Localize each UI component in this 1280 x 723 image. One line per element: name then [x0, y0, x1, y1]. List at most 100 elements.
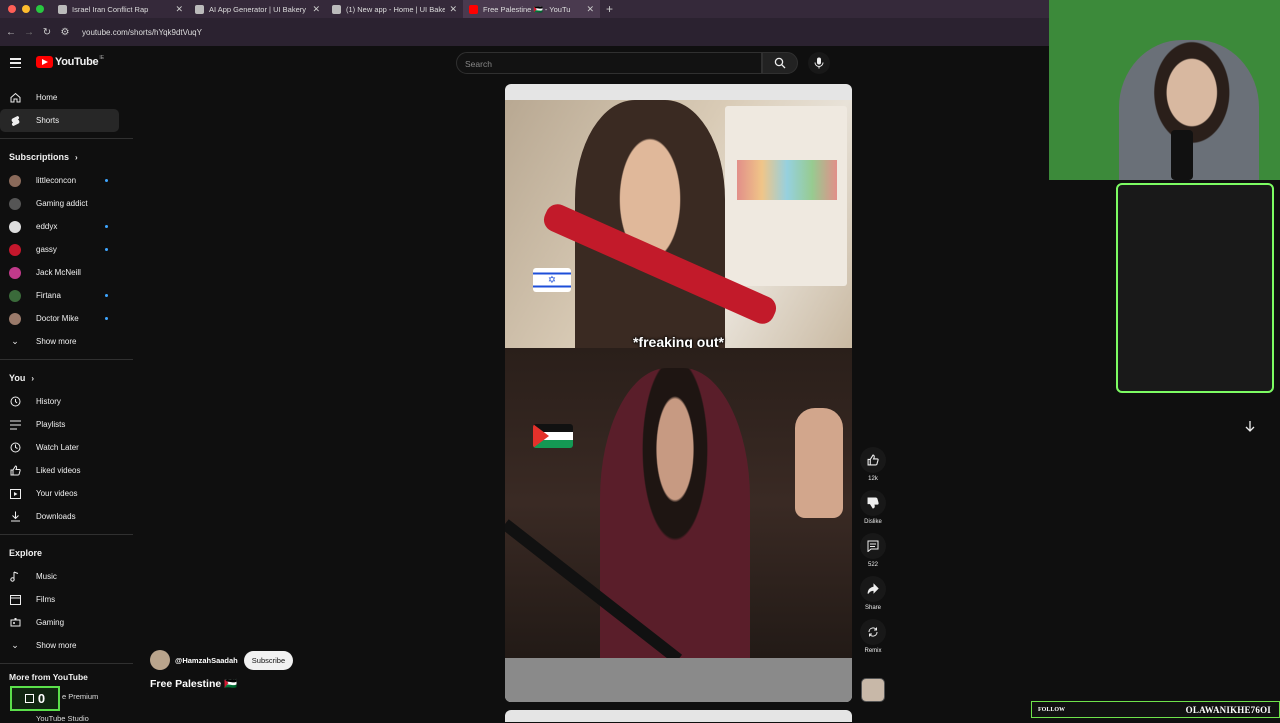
channel-handle[interactable]: @HamzahSaadah	[175, 656, 238, 665]
sidebar-item-subscription[interactable]: Jack McNeill	[0, 261, 135, 284]
section-title: Subscriptions	[9, 152, 70, 162]
browser-tab[interactable]: Israel Iran Conflict Rap ✕	[52, 0, 189, 18]
sidebar-item-subscription[interactable]: Firtana	[0, 284, 135, 307]
search-input[interactable]: Search	[456, 52, 762, 74]
explore-show-more-button[interactable]: ⌄ Show more	[0, 634, 135, 657]
dislike-label: Dislike	[864, 519, 882, 525]
history-icon	[9, 396, 21, 408]
sound-source-thumbnail[interactable]	[861, 678, 885, 702]
back-icon[interactable]: ←	[4, 27, 18, 38]
sidebar-item-label: Downloads	[36, 512, 76, 521]
thumbs-up-icon[interactable]	[860, 447, 886, 473]
divider	[0, 138, 133, 139]
video-frame-bottom	[505, 348, 852, 658]
close-window-button[interactable]	[8, 5, 16, 13]
music-icon	[9, 571, 21, 583]
youtube-logo[interactable]: YouTube IE	[36, 55, 104, 68]
dislike-action[interactable]: Dislike	[858, 490, 888, 525]
counter-value: 0	[37, 691, 46, 706]
explore-heading: Explore	[0, 541, 135, 565]
remix-action[interactable]: Remix	[858, 619, 888, 654]
logo-text: YouTube	[55, 56, 99, 68]
section-title: Explore	[9, 548, 43, 558]
film-icon	[9, 594, 21, 606]
avatar	[9, 312, 21, 325]
palestine-flag-icon	[533, 424, 573, 448]
sidebar-item-playlists[interactable]: Playlists	[0, 413, 135, 436]
microphone-icon	[814, 57, 824, 69]
comment-icon[interactable]	[860, 533, 886, 559]
thumbs-down-icon[interactable]	[860, 490, 886, 516]
sidebar-item-music[interactable]: Music	[0, 565, 135, 588]
remix-icon[interactable]	[860, 619, 886, 645]
new-content-dot	[105, 294, 108, 297]
browser-tab[interactable]: AI App Generator | UI Bakery ✕	[189, 0, 326, 18]
uibakery-icon	[332, 4, 341, 14]
uibakery-icon	[195, 4, 204, 14]
video-icon	[9, 488, 21, 500]
sidebar-item-liked-videos[interactable]: Liked videos	[0, 459, 135, 482]
webcam-microphone	[1171, 130, 1193, 180]
sidebar-item-gaming[interactable]: Gaming	[0, 611, 135, 634]
sidebar-item-watch-later[interactable]: Watch Later	[0, 436, 135, 459]
sidebar-item-subscription[interactable]: Doctor Mike	[0, 307, 135, 330]
playlists-icon	[9, 419, 21, 431]
search-button[interactable]	[762, 52, 798, 74]
sidebar-item-shorts[interactable]: Shorts	[0, 109, 119, 132]
sidebar-item-home[interactable]: Home	[0, 86, 135, 109]
sidebar-item-subscription[interactable]: gassy	[0, 238, 135, 261]
short-actions: 12k Dislike 522 Share Remix	[858, 447, 888, 662]
sidebar-item-label: Show more	[36, 641, 77, 650]
share-action[interactable]: Share	[858, 576, 888, 611]
sidebar-item-subscription[interactable]: eddyx	[0, 215, 135, 238]
like-action[interactable]: 12k	[858, 447, 888, 482]
reload-icon[interactable]: ↻	[40, 27, 54, 38]
sidebar-item-label: Playlists	[36, 420, 66, 429]
sidebar-item-subscription[interactable]: littleconcon	[0, 169, 135, 192]
sidebar-item-label: eddyx	[36, 222, 58, 231]
subscriptions-heading[interactable]: Subscriptions ›	[0, 145, 135, 169]
section-title: You	[9, 373, 26, 383]
next-short-preview[interactable]	[505, 710, 852, 722]
tab-close-icon[interactable]: ✕	[175, 4, 183, 15]
site-settings-icon[interactable]: ⚙	[58, 27, 72, 38]
tab-title: (1) New app - Home | UI Bake	[346, 4, 446, 14]
divider	[0, 359, 133, 360]
voice-search-button[interactable]	[808, 52, 830, 74]
sidebar-item-label: Jack McNeill	[36, 268, 81, 277]
short-player[interactable]: ✡ *freaking out*	[505, 84, 852, 702]
comments-action[interactable]: 522	[858, 533, 888, 568]
url-field[interactable]: youtube.com/shorts/hYqk9dtVuqY	[82, 28, 202, 37]
next-short-button[interactable]	[1240, 416, 1260, 436]
gaming-icon	[9, 617, 21, 629]
divider	[0, 534, 133, 535]
share-icon[interactable]	[860, 576, 886, 602]
forward-icon[interactable]: →	[22, 27, 36, 38]
tab-close-icon[interactable]: ✕	[312, 4, 320, 15]
sidebar-item-label: Firtana	[36, 291, 61, 300]
tab-close-icon[interactable]: ✕	[449, 4, 457, 15]
browser-tab-active[interactable]: Free Palestine 🇵🇸 - YouTu ✕	[463, 0, 600, 18]
avatar	[9, 266, 21, 279]
sidebar-item-films[interactable]: Films	[0, 588, 135, 611]
sidebar-item-subscription[interactable]: Gaming addict	[0, 192, 135, 215]
new-tab-button[interactable]: +	[600, 2, 619, 16]
show-more-button[interactable]: ⌄ Show more	[0, 330, 135, 353]
subscribe-button[interactable]: Subscribe	[243, 650, 294, 670]
sidebar-item-downloads[interactable]: Downloads	[0, 505, 135, 528]
sidebar-item-label: Your videos	[36, 489, 78, 498]
tab-close-icon[interactable]: ✕	[586, 4, 594, 15]
sidebar-item-your-videos[interactable]: Your videos	[0, 482, 135, 505]
browser-tab[interactable]: (1) New app - Home | UI Bake ✕	[326, 0, 463, 18]
minimize-window-button[interactable]	[22, 5, 30, 13]
shelf-items	[737, 160, 837, 200]
you-heading[interactable]: You ›	[0, 366, 135, 390]
sidebar-item-premium[interactable]: e Premium	[62, 692, 98, 701]
menu-icon[interactable]	[10, 58, 21, 68]
sidebar-item-history[interactable]: History	[0, 390, 135, 413]
chevron-right-icon: ›	[31, 373, 35, 383]
sidebar-item-studio[interactable]: YouTube Studio	[36, 714, 89, 723]
maximize-window-button[interactable]	[36, 5, 44, 13]
avatar[interactable]	[150, 650, 170, 670]
share-label: Share	[864, 605, 881, 611]
